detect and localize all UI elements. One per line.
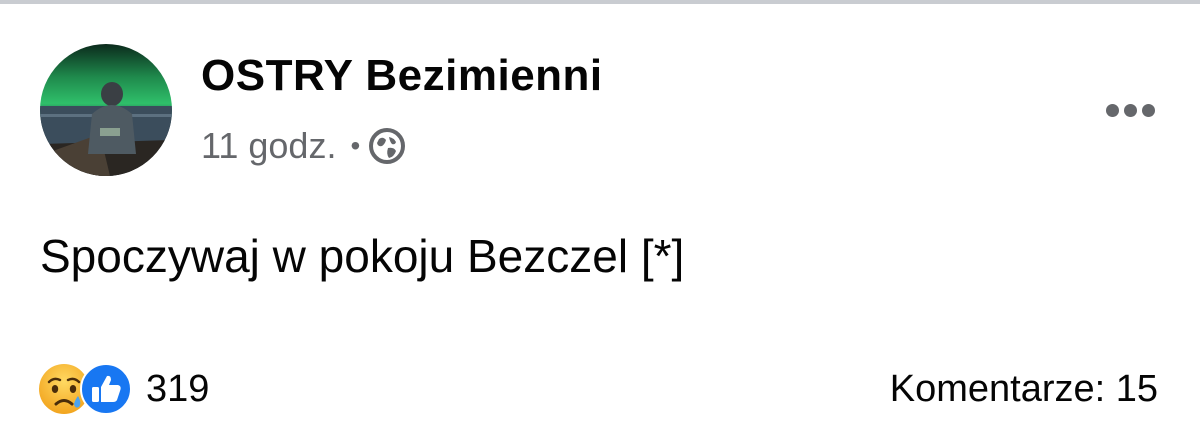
- globe-icon[interactable]: [368, 127, 406, 165]
- post-timestamp[interactable]: 11 godz.: [201, 125, 336, 167]
- reaction-count: 319: [146, 367, 210, 410]
- post-meta: 11 godz. •: [201, 124, 406, 168]
- avatar-image: [40, 44, 172, 176]
- author-avatar[interactable]: [40, 44, 172, 176]
- author-name[interactable]: OSTRY Bezimienni: [201, 50, 603, 102]
- post-text: Spoczywaj w pokoju Bezczel [*]: [40, 230, 685, 282]
- comments-count-link[interactable]: Komentarze: 15: [890, 362, 1158, 416]
- more-dot: [1105, 103, 1119, 117]
- meta-separator: •: [350, 130, 361, 161]
- more-options-button[interactable]: [1090, 92, 1170, 128]
- reactions-summary[interactable]: 319: [38, 362, 209, 416]
- more-dot: [1141, 103, 1155, 117]
- like-reaction-icon: [80, 363, 132, 415]
- more-dot: [1123, 103, 1137, 117]
- top-divider: [0, 0, 1200, 4]
